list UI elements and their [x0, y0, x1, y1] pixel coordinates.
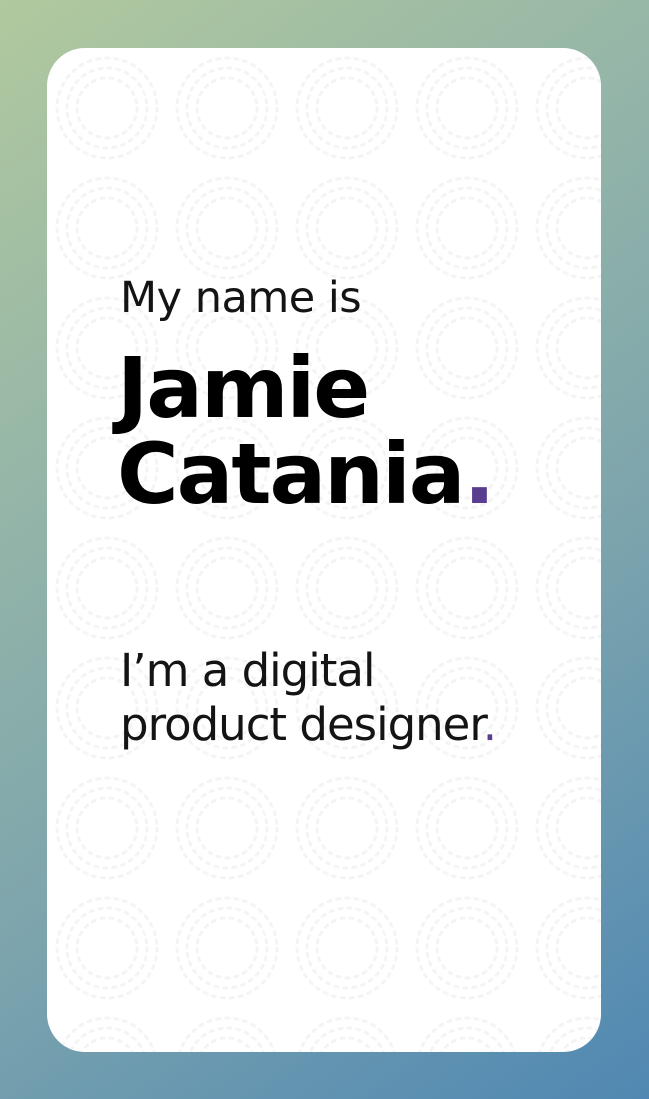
name-accent-dot: .	[463, 425, 495, 523]
last-name: Catania	[117, 425, 465, 523]
intro-text: My name is	[120, 273, 362, 323]
tagline: I’m a digital product designer.	[120, 644, 497, 752]
card-background-pattern	[47, 48, 601, 1052]
tagline-line-2: product designer	[120, 698, 484, 751]
page-background: { "card": { "intro": "My name is", "name…	[0, 0, 649, 1099]
tagline-line-1: I’m a digital	[120, 644, 375, 697]
tagline-line-2-wrap: product designer.	[120, 698, 497, 752]
full-name: Jamie Catania.	[117, 339, 495, 517]
tagline-accent-dot: .	[482, 698, 497, 751]
first-name: Jamie	[117, 339, 370, 437]
profile-card: My name is Jamie Catania. I’m a digital …	[47, 48, 601, 1052]
last-name-line: Catania.	[117, 431, 495, 517]
